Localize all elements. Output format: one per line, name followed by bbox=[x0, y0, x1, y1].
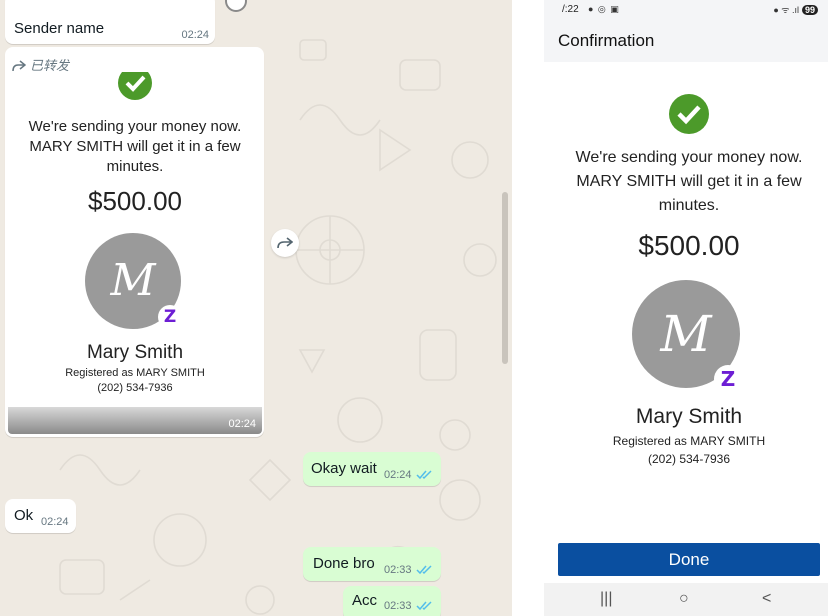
message-time: 02:24 bbox=[41, 516, 69, 528]
card-message-line2: MARY SMITH will get it in a few bbox=[29, 138, 241, 155]
message-line1: We're sending your money now. bbox=[575, 149, 803, 166]
phone-number: (202) 534-7936 bbox=[647, 452, 731, 466]
page-title: Confirmation bbox=[558, 31, 655, 50]
card-message-line1: We're sending your money now. bbox=[28, 118, 242, 135]
message-bubble-incoming[interactable]: Ok 02:24 bbox=[5, 499, 76, 533]
sender-name-bubble[interactable]: Sender name 02:24 bbox=[5, 0, 215, 44]
recipient-name: Mary Smith bbox=[635, 405, 743, 428]
system-nav-bar: ||| ○ < bbox=[544, 583, 828, 616]
message-bubble-outgoing[interactable]: Okay wait 02:24 bbox=[303, 452, 441, 486]
message-time: 02:33 bbox=[384, 600, 412, 612]
avatar-initial: M bbox=[110, 255, 156, 306]
done-button[interactable]: Done bbox=[558, 543, 820, 576]
message-text: Okay wait bbox=[311, 460, 377, 477]
zelle-badge-icon: Z bbox=[714, 365, 742, 393]
message-line3: minutes. bbox=[658, 197, 720, 214]
phone-confirmation-screen: /:22 ● ◎ ▣ ● ᯤ .ıl 99 Confirmation We're … bbox=[544, 0, 828, 616]
read-ticks-icon bbox=[416, 470, 432, 480]
read-ticks-icon bbox=[416, 601, 432, 611]
back-button[interactable]: < bbox=[762, 590, 771, 608]
zelle-badge-icon: Z bbox=[158, 305, 182, 329]
card-phone-number: (202) 534-7936 bbox=[97, 382, 173, 394]
status-time: /:22 bbox=[562, 4, 579, 15]
message-line2: MARY SMITH will get it in a few bbox=[576, 173, 802, 190]
card-recipient-name: Mary Smith bbox=[86, 342, 184, 363]
signal-icons: ● ᯤ .ıl bbox=[773, 5, 799, 15]
chat-pane: Sender name 02:24 已转发 We're sending your… bbox=[0, 0, 512, 616]
success-check-icon bbox=[669, 94, 709, 134]
status-right-icons: ● ᯤ .ıl 99 bbox=[773, 3, 818, 16]
forwarded-label-text: 已转发 bbox=[30, 58, 70, 73]
registered-as: Registered as MARY SMITH bbox=[612, 434, 766, 448]
message-bubble-outgoing[interactable]: Done bro 02:33 bbox=[303, 547, 441, 581]
message-time: 02:24 bbox=[181, 29, 209, 41]
home-button[interactable]: ○ bbox=[679, 590, 689, 608]
card-amount: $500.00 bbox=[88, 186, 182, 216]
recent-apps-button[interactable]: ||| bbox=[600, 590, 612, 608]
amount: $500.00 bbox=[638, 230, 740, 261]
card-time: 02:24 bbox=[228, 418, 256, 430]
forward-button[interactable] bbox=[271, 229, 299, 257]
sender-name-text: Sender name bbox=[14, 20, 105, 37]
status-notification-icons: ● ◎ ▣ bbox=[588, 4, 620, 14]
chat-scrollbar[interactable] bbox=[502, 192, 508, 364]
success-check-icon bbox=[118, 72, 152, 100]
message-time: 02:33 bbox=[384, 564, 412, 576]
message-time: 02:24 bbox=[384, 469, 412, 481]
card-registered-as: Registered as MARY SMITH bbox=[65, 367, 205, 379]
message-text: Done bro bbox=[313, 555, 375, 572]
status-bar: /:22 ● ◎ ▣ ● ᯤ .ıl 99 bbox=[544, 0, 828, 22]
pane-divider bbox=[512, 0, 544, 616]
forward-arrow-icon bbox=[12, 60, 27, 72]
card-footer-gradient: 02:24 bbox=[8, 407, 262, 434]
message-text: Acc bbox=[352, 592, 378, 609]
battery-icon: 99 bbox=[801, 5, 818, 15]
confirmation-screenshot-image[interactable]: We're sending your money now. MARY SMITH… bbox=[8, 72, 262, 434]
avatar-initial: M bbox=[660, 305, 712, 363]
header-bar: Confirmation bbox=[544, 22, 828, 62]
forward-arrow-icon bbox=[277, 237, 293, 249]
read-ticks-icon bbox=[416, 565, 432, 575]
message-text: Ok bbox=[14, 507, 34, 524]
message-bubble-outgoing[interactable]: Acc 02:33 bbox=[343, 586, 441, 616]
card-message-line3: minutes. bbox=[106, 158, 164, 175]
